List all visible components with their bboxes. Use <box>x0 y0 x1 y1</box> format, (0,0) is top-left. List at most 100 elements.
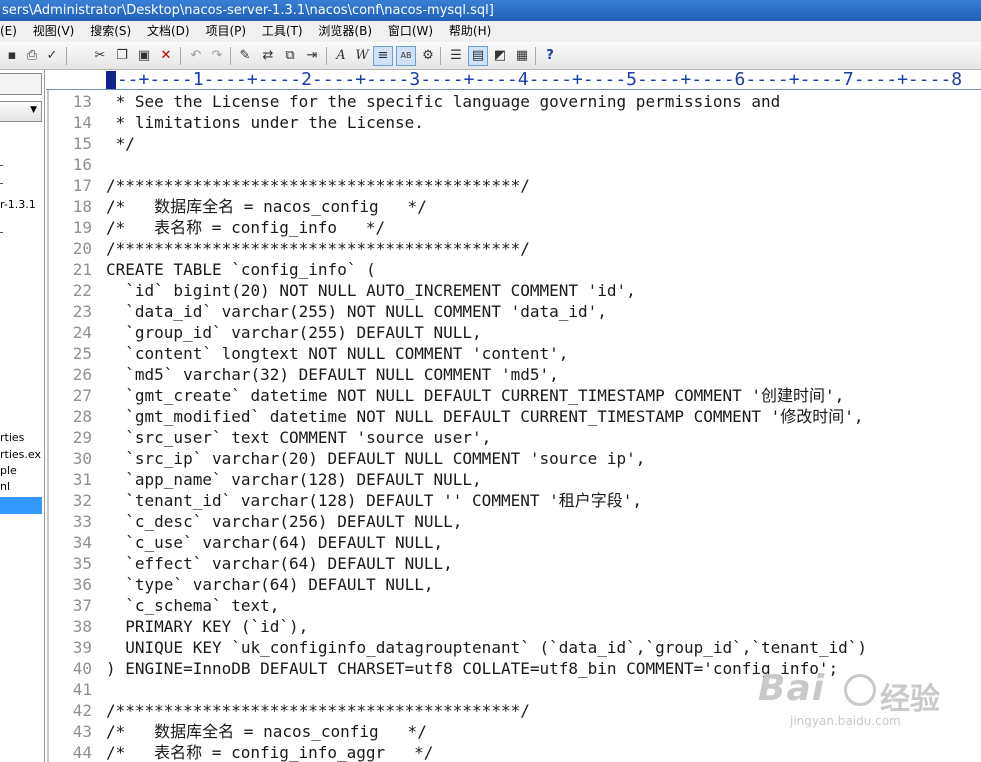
tree-item-file[interactable]: rties.ex <box>0 447 41 463</box>
cut-icon[interactable]: ✂ <box>90 46 110 66</box>
view-panel-icon[interactable]: ▤ <box>468 46 488 66</box>
indent-icon[interactable]: ⇥ <box>302 46 322 66</box>
replace-icon[interactable]: ⇄ <box>258 46 278 66</box>
menu-search[interactable]: 搜索(S) <box>84 21 137 42</box>
spellcheck-icon[interactable]: ✓ <box>42 46 62 66</box>
code-text[interactable]: PRIMARY KEY (`id`), <box>106 616 308 637</box>
ruler-marks: ---+----1----+----2----+----3----+----4-… <box>106 70 963 90</box>
code-text[interactable]: `c_desc` varchar(256) DEFAULT NULL, <box>106 511 462 532</box>
tree-item-file[interactable]: rties <box>0 430 24 446</box>
toolbar: ▪ ⎙ ✓ ✂ ❐ ▣ ✕ ↶ ↷ ✎ ⇄ ⧉ ⇥ A W ≡ AB ⚙ ☰ ▤… <box>0 42 981 70</box>
paste-icon[interactable]: ▣ <box>134 46 154 66</box>
view-browser-icon[interactable]: ▦ <box>512 46 532 66</box>
code-text[interactable]: `id` bigint(20) NOT NULL AUTO_INCREMENT … <box>106 280 636 301</box>
menu-help[interactable]: 帮助(H) <box>443 21 497 42</box>
line-number: 42 <box>72 701 92 720</box>
line-number: 25 <box>72 344 92 363</box>
code-text[interactable]: `gmt_modified` datetime NOT NULL DEFAULT… <box>106 406 863 427</box>
code-text[interactable]: `md5` varchar(32) DEFAULT NULL COMMENT '… <box>106 364 558 385</box>
undo-icon[interactable]: ↶ <box>186 46 206 66</box>
delete-icon[interactable]: ✕ <box>156 46 176 66</box>
menu-tools[interactable]: 工具(T) <box>256 21 309 42</box>
ruler-cursor-marker <box>106 71 116 89</box>
code-text[interactable]: `group_id` varchar(255) DEFAULT NULL, <box>106 322 481 343</box>
code-text[interactable]: /* 数据库全名 = nacos_config */ <box>106 721 427 742</box>
redo-icon[interactable]: ↷ <box>207 46 227 66</box>
menu-browser[interactable]: 浏览器(B) <box>312 21 378 42</box>
paw-logo-icon <box>844 674 876 706</box>
tree-connector <box>0 232 3 233</box>
toolbar-separator <box>535 47 536 65</box>
line-number: 36 <box>72 575 92 594</box>
menu-document[interactable]: 文档(D) <box>141 21 196 42</box>
tree-item-folder[interactable]: r-1.3.1 <box>0 197 36 213</box>
font-icon[interactable]: A <box>331 46 351 66</box>
case-icon[interactable]: AB <box>396 46 416 66</box>
word-wrap-icon[interactable]: W <box>352 46 372 66</box>
code-text[interactable]: CREATE TABLE `config_info` ( <box>106 259 376 280</box>
line-number: 35 <box>72 554 92 573</box>
sidebar-dropdown[interactable]: ▼ <box>0 101 42 122</box>
code-text[interactable]: `app_name` varchar(128) DEFAULT NULL, <box>106 469 481 490</box>
code-text[interactable]: `src_ip` varchar(20) DEFAULT NULL COMMEN… <box>106 448 645 469</box>
code-text[interactable]: UNIQUE KEY `uk_configinfo_datagrouptenan… <box>106 637 867 658</box>
code-text[interactable]: `effect` varchar(64) DEFAULT NULL, <box>106 553 453 574</box>
print-icon[interactable]: ⎙ <box>22 46 42 66</box>
line-number: 20 <box>72 239 92 258</box>
sidebar-tab[interactable] <box>0 73 42 95</box>
column-ruler: ---+----1----+----2----+----3----+----4-… <box>46 70 981 90</box>
code-text[interactable]: `content` longtext NOT NULL COMMENT 'con… <box>106 343 568 364</box>
save-icon[interactable]: ▪ <box>2 46 22 66</box>
menu-view[interactable]: 视图(V) <box>27 21 81 42</box>
settings-icon[interactable]: ⚙ <box>418 46 438 66</box>
code-text[interactable]: `tenant_id` varchar(128) DEFAULT '' COMM… <box>106 490 642 511</box>
tree-item-file[interactable]: nl <box>0 479 10 495</box>
menu-project[interactable]: 项目(P) <box>199 21 252 42</box>
highlight-icon[interactable]: ✎ <box>235 46 255 66</box>
code-text[interactable]: /* 表名称 = config_info */ <box>106 217 385 238</box>
view-output-icon[interactable]: ◩ <box>490 46 510 66</box>
copy-icon[interactable]: ❐ <box>112 46 132 66</box>
code-text[interactable]: * See the License for the specific langu… <box>106 91 781 112</box>
tree-item-selected[interactable] <box>0 497 42 514</box>
code-text[interactable]: /***************************************… <box>106 700 530 721</box>
line-number: 24 <box>72 323 92 342</box>
line-number: 40 <box>72 659 92 678</box>
menu-edit[interactable]: (E) <box>0 21 23 42</box>
view-list-icon[interactable]: ☰ <box>446 46 466 66</box>
code-text[interactable]: `type` varchar(64) DEFAULT NULL, <box>106 574 433 595</box>
code-text[interactable]: /* 表名称 = config_info_aggr */ <box>106 742 433 762</box>
line-number: 44 <box>72 743 92 762</box>
code-text[interactable]: /***************************************… <box>106 238 530 259</box>
window-title: sers\Administrator\Desktop\nacos-server-… <box>2 3 494 18</box>
line-numbers-icon[interactable]: ≡ <box>373 46 393 66</box>
code-text[interactable]: `c_schema` text, <box>106 595 279 616</box>
line-number: 31 <box>72 470 92 489</box>
line-number: 27 <box>72 386 92 405</box>
copy-format-icon[interactable]: ⧉ <box>280 46 300 66</box>
line-number: 23 <box>72 302 92 321</box>
code-text[interactable]: /***************************************… <box>106 175 530 196</box>
tree-item-file[interactable]: ple <box>0 463 17 479</box>
code-text[interactable]: * limitations under the License. <box>106 112 424 133</box>
line-number: 16 <box>72 155 92 174</box>
line-number: 39 <box>72 638 92 657</box>
code-text[interactable]: /* 数据库全名 = nacos_config */ <box>106 196 427 217</box>
line-number: 17 <box>72 176 92 195</box>
line-number: 14 <box>72 113 92 132</box>
code-editor[interactable]: 13 * See the License for the specific la… <box>49 91 981 762</box>
code-text[interactable]: `gmt_create` datetime NOT NULL DEFAULT C… <box>106 385 844 406</box>
watermark-suffix: 经验 <box>880 682 940 717</box>
window-title-bar: sers\Administrator\Desktop\nacos-server-… <box>0 0 981 21</box>
line-number: 34 <box>72 533 92 552</box>
toolbar-separator <box>440 47 441 65</box>
code-text[interactable]: `data_id` varchar(255) NOT NULL COMMENT … <box>106 301 607 322</box>
code-text[interactable]: `src_user` text COMMENT 'source user', <box>106 427 491 448</box>
code-text[interactable]: `c_use` varchar(64) DEFAULT NULL, <box>106 532 443 553</box>
line-number: 37 <box>72 596 92 615</box>
line-number: 18 <box>72 197 92 216</box>
code-text[interactable]: ) ENGINE=InnoDB DEFAULT CHARSET=utf8 COL… <box>106 658 838 679</box>
help-icon[interactable]: ? <box>540 46 560 66</box>
code-text[interactable]: */ <box>106 133 135 154</box>
menu-window[interactable]: 窗口(W) <box>382 21 439 42</box>
